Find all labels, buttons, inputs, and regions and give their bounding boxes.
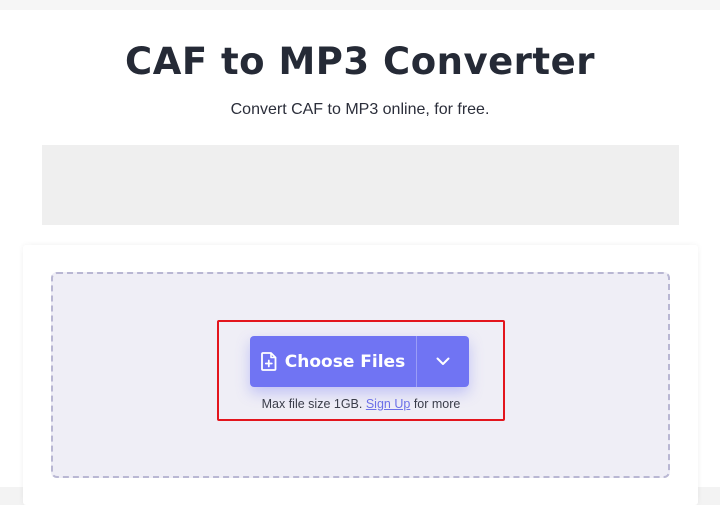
upload-source-dropdown-button[interactable] (417, 336, 469, 387)
sign-up-link[interactable]: Sign Up (366, 397, 410, 411)
choose-files-label: Choose Files (284, 351, 406, 372)
ad-placeholder (42, 145, 679, 225)
upload-button-group: Choose Files (250, 336, 469, 387)
chevron-down-icon (436, 357, 450, 366)
page-title: CAF to MP3 Converter (125, 40, 595, 83)
page-subtitle: Convert CAF to MP3 online, for free. (230, 101, 490, 118)
top-band (0, 0, 720, 10)
size-note-suffix: for more (413, 397, 461, 411)
file-plus-icon (260, 352, 277, 371)
size-note-prefix: Max file size 1GB. (261, 397, 363, 411)
choose-files-button[interactable]: Choose Files (250, 336, 416, 387)
file-size-note: Max file size 1GB. Sign Up for more (217, 397, 505, 411)
page: CAF to MP3 Converter Convert CAF to MP3 … (0, 0, 720, 505)
